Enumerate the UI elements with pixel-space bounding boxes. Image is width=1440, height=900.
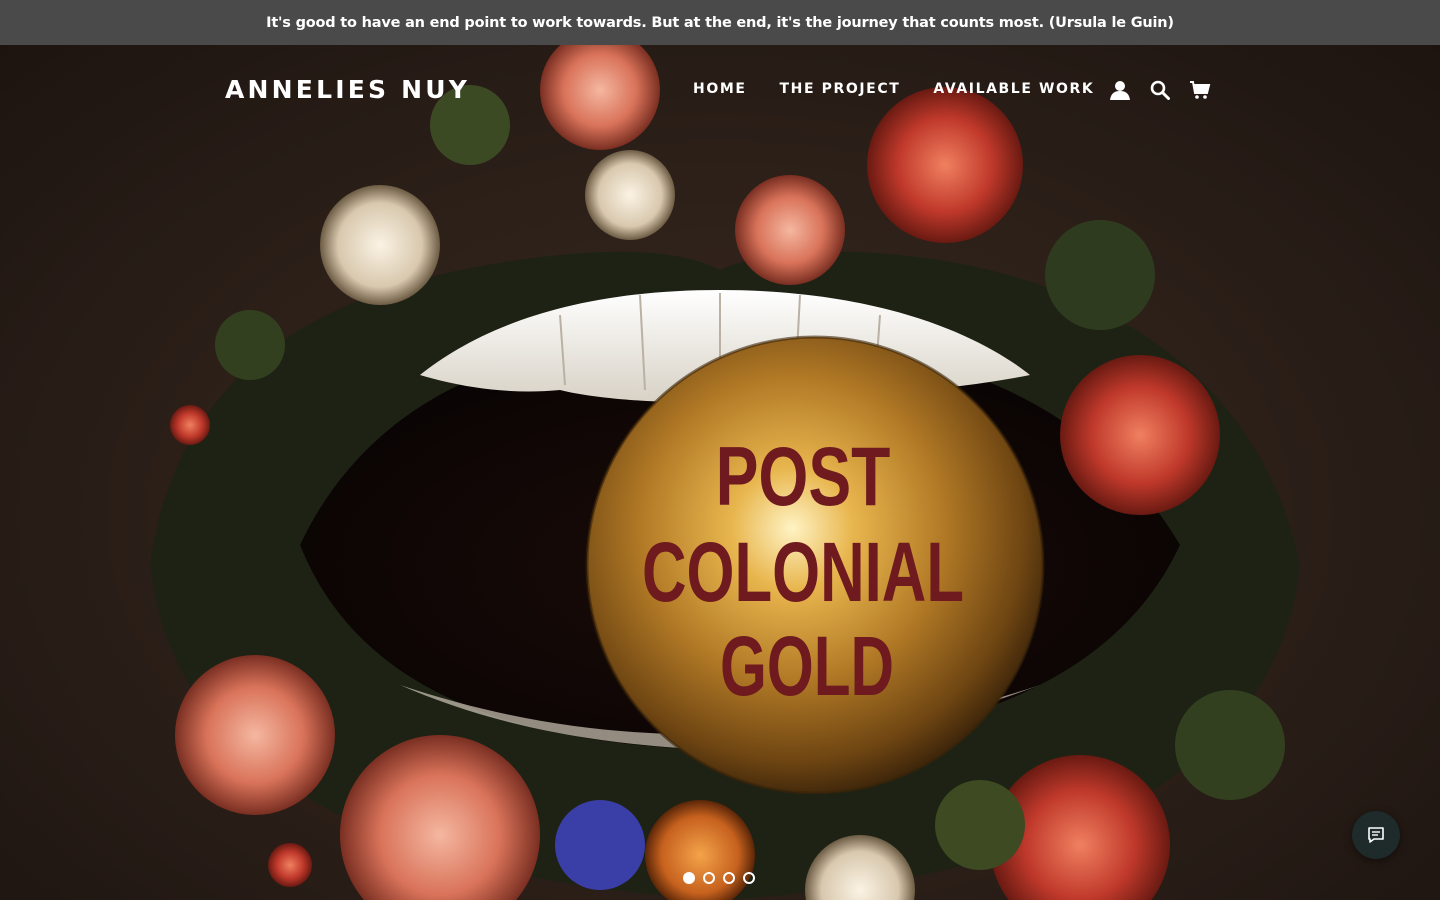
nav-item-home[interactable]: HOME — [693, 81, 747, 97]
slide-dot-1[interactable] — [683, 872, 695, 884]
site-header: ANNELIES NUY HOME THE PROJECT AVAILABLE … — [0, 45, 1440, 135]
slide-dot-3[interactable] — [723, 872, 735, 884]
header-icons — [1108, 78, 1212, 102]
cart-icon[interactable] — [1188, 78, 1212, 102]
slide-dot-4[interactable] — [743, 872, 755, 884]
hero-title-graphic: POST COLONIAL GOLD — [642, 430, 964, 713]
site-logo[interactable]: ANNELIES NUY — [225, 75, 470, 104]
hero-slideshow: POST COLONIAL GOLD — [0, 45, 1440, 900]
slide-dot-2[interactable] — [703, 872, 715, 884]
announcement-text: It's good to have an end point to work t… — [266, 14, 1174, 31]
search-icon[interactable] — [1148, 78, 1172, 102]
hero-title-line-3: GOLD — [720, 619, 894, 713]
chat-button[interactable] — [1352, 811, 1400, 859]
main-nav: HOME THE PROJECT AVAILABLE WORK — [693, 81, 1094, 97]
chat-icon — [1368, 827, 1384, 843]
nav-item-the-project[interactable]: THE PROJECT — [780, 81, 901, 97]
slideshow-dots — [683, 872, 755, 884]
announcement-bar: It's good to have an end point to work t… — [0, 0, 1440, 45]
hero-title-line-2: COLONIAL — [642, 525, 964, 619]
hero-title-line-1: POST — [716, 430, 891, 524]
account-icon[interactable] — [1108, 78, 1132, 102]
nav-item-available-work[interactable]: AVAILABLE WORK — [933, 81, 1094, 97]
